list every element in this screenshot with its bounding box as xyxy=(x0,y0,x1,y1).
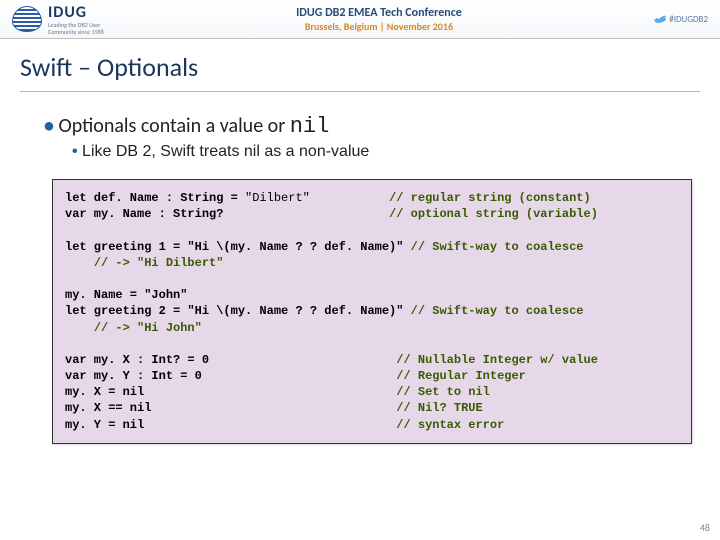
idug-logo: IDUG Leading the DB2 User Community sinc… xyxy=(12,3,104,35)
code-comment: // regular string (constant) xyxy=(389,191,591,205)
code-line: var my. Name : String? xyxy=(65,207,389,221)
twitter-icon xyxy=(654,14,666,24)
code-comment: // Nullable Integer w/ value xyxy=(396,353,598,367)
conference-subtitle: Brussels, Belgium | November 2016 xyxy=(104,20,655,33)
code-line: var my. X : Int? = 0 xyxy=(65,353,396,367)
code-comment: // optional string (variable) xyxy=(389,207,598,221)
conference-title: IDUG DB2 EMEA Tech Conference xyxy=(104,6,655,20)
hashtag-block: #IDUGDB2 xyxy=(654,14,708,25)
slide: IDUG Leading the DB2 User Community sinc… xyxy=(0,0,720,540)
slide-title-text: Swift – Optionals xyxy=(20,51,198,83)
conference-title-block: IDUG DB2 EMEA Tech Conference Brussels, … xyxy=(104,6,655,33)
logo-text: IDUG xyxy=(48,3,104,22)
hashtag-text: #IDUGDB2 xyxy=(669,14,708,25)
logo-tagline-2: Community since 1988 xyxy=(48,29,104,36)
code-comment: // Swift-way to coalesce xyxy=(411,240,584,254)
code-line: my. Y = nil xyxy=(65,418,396,432)
code-indent xyxy=(65,321,94,335)
page-number: 48 xyxy=(700,521,710,534)
code-comment: // syntax error xyxy=(396,418,504,432)
code-line: let greeting 2 = "Hi \(my. Name ? ? def.… xyxy=(65,304,411,318)
code-blank xyxy=(65,223,72,237)
bullet-sub: Like DB 2, Swift treats nil as a non-val… xyxy=(72,143,700,161)
code-line: my. Name = "John" xyxy=(65,288,187,302)
bullet-main-text: Optionals contain a value or xyxy=(58,114,289,138)
code-line: let greeting 1 = "Hi \(my. Name ? ? def.… xyxy=(65,240,411,254)
code-comment: // Swift-way to coalesce xyxy=(411,304,584,318)
code-string: "Dilbert" xyxy=(245,191,310,205)
bullet-main: Optionals contain a value or nil Like DB… xyxy=(44,114,700,161)
code-space xyxy=(310,191,389,205)
title-divider xyxy=(20,91,700,92)
globe-icon xyxy=(12,6,42,32)
code-comment: // -> "Hi Dilbert" xyxy=(94,256,224,270)
code-blank xyxy=(65,272,72,286)
nil-literal: nil xyxy=(290,114,330,139)
code-comment: // -> "Hi John" xyxy=(94,321,202,335)
code-indent xyxy=(65,256,94,270)
code-blank xyxy=(65,337,72,351)
code-comment: // Nil? TRUE xyxy=(396,401,482,415)
slide-title: Swift – Optionals xyxy=(0,39,720,89)
code-line: my. X = nil xyxy=(65,385,396,399)
slide-header: IDUG Leading the DB2 User Community sinc… xyxy=(0,0,720,39)
code-line: var my. Y : Int = 0 xyxy=(65,369,396,383)
code-comment: // Set to nil xyxy=(396,385,490,399)
code-sample: let def. Name : String = "Dilbert" // re… xyxy=(52,179,692,444)
bullet-list: Optionals contain a value or nil Like DB… xyxy=(0,114,720,161)
code-line: my. X == nil xyxy=(65,401,396,415)
code-comment: // Regular Integer xyxy=(396,369,526,383)
code-line: let def. Name : String = xyxy=(65,191,245,205)
